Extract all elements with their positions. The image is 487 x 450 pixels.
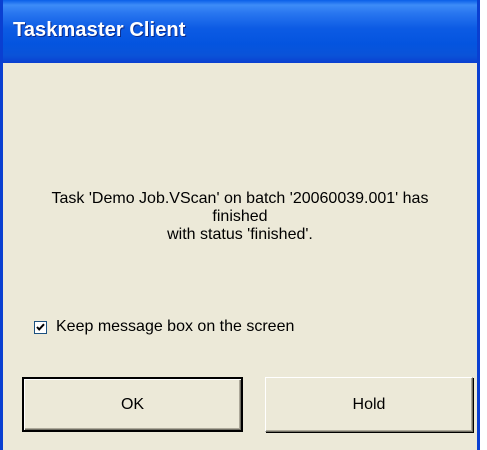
- status-message: Task 'Demo Job.VScan' on batch '20060039…: [3, 190, 477, 244]
- message-line-1: Task 'Demo Job.VScan' on batch '20060039…: [51, 190, 429, 207]
- message-line-3: with status 'finished'.: [167, 226, 313, 243]
- keep-on-screen-checkbox[interactable]: [34, 320, 47, 334]
- message-line-2: finished: [212, 208, 268, 225]
- hold-button[interactable]: Hold: [265, 377, 473, 432]
- keep-on-screen-option[interactable]: Keep message box on the screen: [34, 317, 294, 337]
- keep-on-screen-label[interactable]: Keep message box on the screen: [56, 318, 294, 336]
- dialog-window: Taskmaster Client Task 'Demo Job.VScan' …: [0, 0, 480, 450]
- checkmark-icon: [36, 323, 45, 331]
- title-bar[interactable]: Taskmaster Client: [3, 0, 477, 63]
- ok-button[interactable]: OK: [22, 377, 243, 432]
- window-title: Taskmaster Client: [13, 19, 186, 41]
